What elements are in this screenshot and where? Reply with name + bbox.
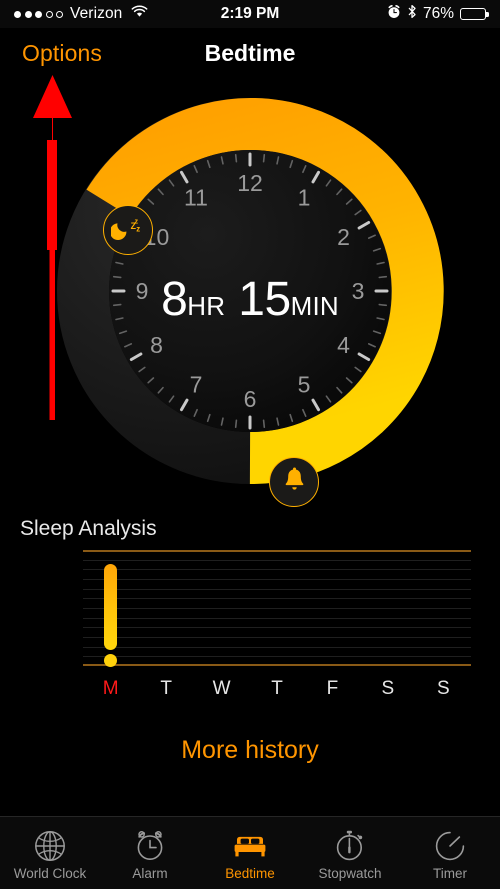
signal-dot (14, 10, 21, 18)
dial-tick (262, 153, 266, 163)
day-label[interactable]: F (327, 678, 339, 700)
bedtime-handle[interactable]: z Z z (103, 205, 153, 255)
tab-world-clock[interactable]: World Clock (0, 817, 100, 889)
timer-icon (433, 829, 467, 863)
day-label[interactable]: M (103, 678, 119, 700)
sleep-duration-label: 8HR 15MIN (45, 272, 455, 327)
tab-label: Timer (433, 865, 467, 881)
status-bar: Verizon 2:19 PM 76% (0, 0, 500, 28)
bedtime-screen: Verizon 2:19 PM 76% Options Bedtime 12 1… (0, 0, 500, 889)
day-label[interactable]: W (213, 678, 231, 700)
globe-icon (33, 829, 67, 863)
dial-hour-number: 12 (237, 170, 263, 196)
wifi-icon (131, 5, 148, 23)
tab-label: Stopwatch (318, 865, 382, 881)
tab-label: World Clock (13, 865, 87, 881)
dial-hour-number: 2 (337, 224, 350, 250)
tab-label: Alarm (132, 865, 168, 881)
dial-tick (234, 153, 238, 163)
sleep-chart-bars[interactable] (83, 550, 471, 668)
signal-dot (35, 10, 42, 18)
signal-strength-dots (14, 10, 63, 18)
bedtime-dial[interactable]: 12 1 2 3 4 5 6 7 8 9 10 11 8HR 15MIN z Z z (45, 86, 455, 507)
alarm-clock-icon (387, 4, 401, 24)
tab-bedtime[interactable]: Bedtime (200, 817, 300, 889)
dial-hour-number: 11 (184, 184, 208, 210)
battery-percentage: 76% (422, 5, 454, 22)
signal-dot (24, 10, 32, 18)
dial-hour-number: 8 (150, 332, 163, 358)
page-title: Bedtime (204, 40, 296, 66)
signal-dot (56, 10, 63, 18)
carrier-name: Verizon (70, 5, 123, 22)
battery-icon (460, 7, 489, 21)
day-label[interactable]: T (271, 678, 283, 700)
sleep-chart-day-axis: MTWTFSS (83, 678, 471, 706)
more-history-button[interactable]: More history (0, 736, 500, 765)
tab-stopwatch[interactable]: Stopwatch (300, 817, 400, 889)
svg-text:z: z (136, 224, 140, 233)
duration-hours-unit: HR (187, 291, 226, 321)
status-bar-right: 76% (387, 4, 489, 24)
waketime-handle[interactable] (269, 457, 319, 507)
dial-hour-number: 1 (298, 184, 311, 210)
bluetooth-icon (407, 4, 417, 24)
stopwatch-icon (333, 829, 367, 863)
sleep-bar[interactable] (104, 563, 118, 650)
dial-hour-number: 6 (244, 386, 257, 412)
day-label[interactable]: S (382, 678, 395, 700)
signal-dot (45, 10, 53, 18)
bedtime-clock-area: 12 1 2 3 4 5 6 7 8 9 10 11 8HR 15MIN z Z z (0, 80, 500, 510)
duration-minutes-unit: MIN (290, 291, 339, 321)
dial-hour-number: 4 (337, 332, 350, 358)
navigation-bar: Options Bedtime (0, 28, 500, 80)
sleep-analysis-section: Sleep Analysis 9:45PM 6:00AM MTWTFSS (0, 512, 500, 722)
dial-hour-number: 5 (298, 372, 311, 398)
day-label[interactable]: T (160, 678, 172, 700)
moon-zzz-icon: z Z z (109, 215, 145, 246)
sleep-bar-dot[interactable] (104, 654, 118, 668)
tab-alarm[interactable]: Alarm (100, 817, 200, 889)
bed-icon (232, 829, 268, 863)
alarm-icon (133, 829, 167, 863)
status-bar-left: Verizon (14, 5, 148, 23)
duration-hours: 8 (161, 273, 188, 326)
tab-label: Bedtime (225, 865, 275, 881)
day-label[interactable]: S (437, 678, 450, 700)
duration-minutes: 15 (238, 273, 291, 326)
dial-tick (234, 419, 238, 429)
dial-tick (262, 419, 266, 429)
sleep-analysis-title: Sleep Analysis (20, 517, 157, 540)
dial-hour-number: 7 (190, 372, 203, 398)
bell-icon (283, 467, 306, 497)
tab-timer[interactable]: Timer (400, 817, 500, 889)
tab-bar: World Clock Alarm Bedtime Stopwatch Timer (0, 816, 500, 889)
